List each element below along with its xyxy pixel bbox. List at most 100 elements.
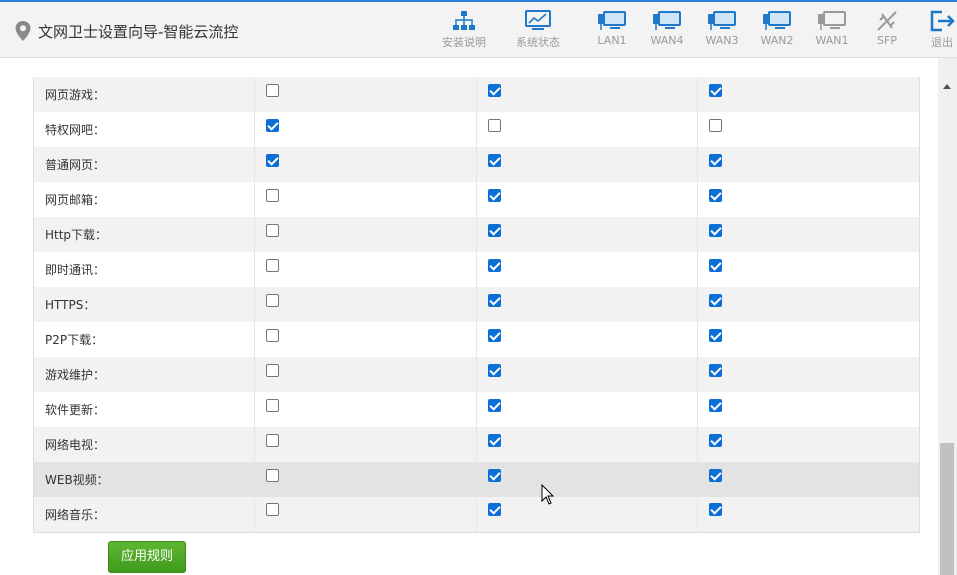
toolbar-button-label: 退出 [931,36,953,49]
rule-cell [697,392,920,427]
rule-checkbox[interactable] [709,223,723,237]
rule-checkbox[interactable] [487,223,501,237]
table-row: 网页游戏： [33,77,920,112]
rule-checkbox[interactable] [709,503,723,517]
rule-checkbox[interactable] [487,433,501,447]
table-row: 网页邮箱： [33,182,920,217]
toolbar-button-label: WAN1 [815,34,849,47]
rule-checkbox[interactable] [709,118,723,132]
toolbar-button-4[interactable]: WAN3 [692,8,752,47]
toolbar-button-2[interactable]: LAN1 [582,8,642,47]
rule-cell [697,322,920,357]
vertical-scrollbar[interactable] [938,58,957,575]
rule-checkbox[interactable] [709,188,723,202]
rules-table: 网页游戏： 特权网吧： 普通网页： 网页邮箱： Http下载： 即时通讯： HTTPS： P2… [33,77,920,533]
toolbar-button-7[interactable]: SFP [857,8,917,47]
rule-cell [254,252,477,287]
table-row: P2P下载： [33,322,920,357]
table-row: 软件更新： [33,392,920,427]
rule-cell [476,287,699,322]
rule-name: Http下载： [33,217,255,252]
scrollbar-thumb[interactable] [940,443,954,575]
rule-checkbox[interactable] [709,83,723,97]
toolbar-button-8[interactable]: 退出 [912,8,957,50]
rule-cell [697,497,920,532]
rule-checkbox[interactable] [265,153,279,167]
rule-checkbox[interactable] [265,468,279,482]
rule-cell [254,322,477,357]
logout-icon [912,10,957,32]
rule-checkbox[interactable] [709,293,723,307]
rule-checkbox[interactable] [487,468,501,482]
table-row: 网络电视： [33,427,920,462]
rule-cell [476,357,699,392]
rule-checkbox[interactable] [487,83,501,97]
rule-checkbox[interactable] [709,433,723,447]
rule-name: WEB视频： [33,462,255,497]
rule-checkbox[interactable] [265,328,279,342]
rule-cell [254,77,477,112]
toolbar-button-0[interactable]: 安装说明 [434,8,494,50]
rule-checkbox[interactable] [709,398,723,412]
rule-checkbox[interactable] [487,398,501,412]
rule-cell [254,147,477,182]
rule-checkbox[interactable] [265,83,279,97]
toolbar-button-5[interactable]: WAN2 [747,8,807,47]
rule-checkbox[interactable] [487,153,501,167]
table-row: HTTPS： [33,287,920,322]
toolbar-button-6[interactable]: WAN1 [802,8,862,47]
rule-cell [697,252,920,287]
rule-cell [476,147,699,182]
rule-cell [254,182,477,217]
rule-checkbox[interactable] [487,503,501,517]
table-row: Http下载： [33,217,920,252]
rule-name: 网页邮箱： [33,182,255,217]
toolbar-button-label: 安装说明 [442,36,486,49]
rule-cell [254,462,477,497]
rule-cell [697,357,920,392]
rule-checkbox[interactable] [487,258,501,272]
port-monitor-icon [692,10,752,32]
rule-checkbox[interactable] [265,258,279,272]
rule-checkbox[interactable] [487,293,501,307]
rule-checkbox[interactable] [487,328,501,342]
rule-cell [476,462,699,497]
rule-checkbox[interactable] [709,468,723,482]
rule-cell [697,462,920,497]
rule-checkbox[interactable] [265,363,279,377]
rule-checkbox[interactable] [265,223,279,237]
rule-checkbox[interactable] [487,363,501,377]
rule-cell [254,287,477,322]
table-row: WEB视频： [33,462,920,497]
rule-checkbox[interactable] [487,188,501,202]
toolbar-button-label: 系统状态 [516,36,560,49]
rule-checkbox[interactable] [709,363,723,377]
table-row: 特权网吧： [33,112,920,147]
table-row: 即时通讯： [33,252,920,287]
rule-checkbox[interactable] [265,398,279,412]
toolbar-button-1[interactable]: 系统状态 [508,8,568,50]
rule-checkbox[interactable] [265,293,279,307]
toolbar-buttons: 安装说明 系统状态 LAN1 WAN4 WAN3 WAN2 WAN1 SFP 退出 [0,8,957,58]
rule-checkbox[interactable] [265,188,279,202]
rule-checkbox[interactable] [265,503,279,517]
rule-cell [697,77,920,112]
rule-checkbox[interactable] [265,433,279,447]
scroll-up-arrow-icon[interactable] [943,84,951,89]
rule-checkbox[interactable] [709,258,723,272]
rule-name: 游戏维护： [33,357,255,392]
rule-checkbox[interactable] [709,153,723,167]
rule-cell [476,182,699,217]
toolbar-button-3[interactable]: WAN4 [637,8,697,47]
rule-checkbox[interactable] [709,328,723,342]
sfp-disabled-icon [857,10,917,32]
port-monitor-icon [637,10,697,32]
rule-cell [697,427,920,462]
rule-cell [254,357,477,392]
apply-rules-button[interactable]: 应用规则 [108,541,186,573]
rule-name: 网络音乐： [33,497,255,532]
main-content: 网页游戏： 特权网吧： 普通网页： 网页邮箱： Http下载： 即时通讯： HTTPS： P2… [0,58,938,575]
mouse-cursor-icon [541,484,555,505]
rule-checkbox[interactable] [265,118,279,132]
rule-checkbox[interactable] [487,118,501,132]
